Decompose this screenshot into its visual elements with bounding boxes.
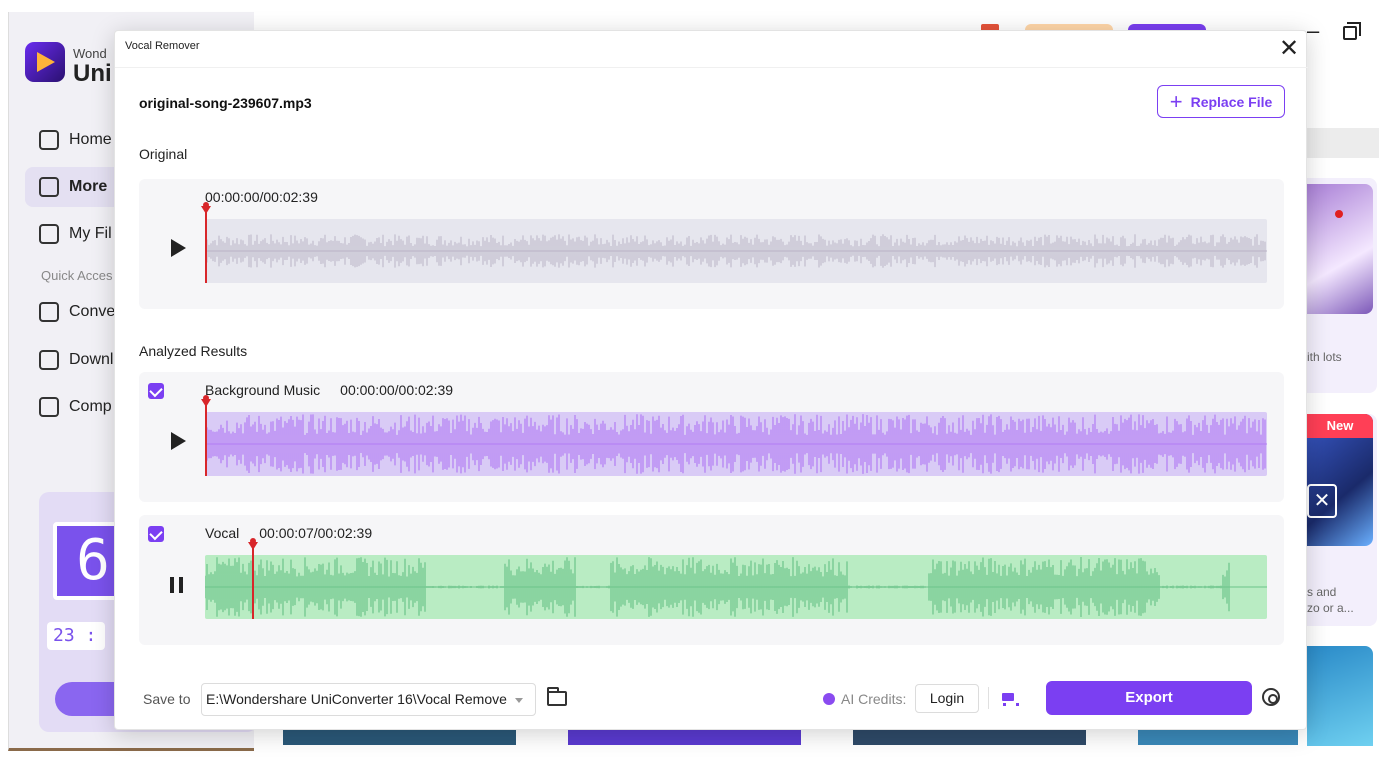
download-icon xyxy=(39,350,59,370)
feature-thumbnail xyxy=(1307,184,1373,314)
pause-icon[interactable] xyxy=(170,577,184,593)
replace-file-button[interactable]: + Replace File xyxy=(1157,85,1285,118)
ai-credits-icon xyxy=(823,693,835,705)
save-to-label: Save to xyxy=(143,691,191,707)
waveform-graphic xyxy=(205,219,1267,283)
search-bar[interactable] xyxy=(1307,128,1379,158)
login-button[interactable]: Login xyxy=(915,684,979,713)
feature-card[interactable]: ith lots xyxy=(1307,178,1377,393)
minimize-icon[interactable]: – xyxy=(1307,18,1319,44)
vocal-checkbox[interactable] xyxy=(148,526,164,542)
plus-icon: + xyxy=(1169,88,1183,114)
vocal-track: Vocal 00:00:07/00:02:39 xyxy=(139,515,1284,645)
right-feature-panel: ith lots New ✕ s and zo or a... xyxy=(1307,128,1399,758)
original-section-label: Original xyxy=(139,146,188,162)
sidebar-item-label: Comp xyxy=(69,398,112,415)
brand-main-text: Uni xyxy=(73,60,112,87)
promo-timer: 23 : xyxy=(47,622,105,650)
sidebar-item-label: Downl xyxy=(69,351,114,368)
waveform-graphic xyxy=(205,412,1267,476)
track-time: 00:00:00/00:02:39 xyxy=(340,382,454,398)
track-name: Vocal 00:00:07/00:02:39 xyxy=(205,525,372,541)
new-badge: New xyxy=(1307,414,1373,438)
save-path-select[interactable]: E:\Wondershare UniConverter 16\Vocal Rem… xyxy=(201,683,536,716)
save-path-value: E:\Wondershare UniConverter 16\Vocal Rem… xyxy=(206,691,507,707)
folder-icon[interactable] xyxy=(547,687,567,706)
track-name: Background Music 00:00:00/00:02:39 xyxy=(205,382,453,398)
feature-card-text: s and zo or a... xyxy=(1307,585,1354,615)
home-icon xyxy=(39,130,59,150)
divider xyxy=(988,687,989,709)
play-icon[interactable] xyxy=(171,432,186,450)
divider xyxy=(115,67,1308,68)
track-name-label: Background Music xyxy=(205,382,321,398)
playhead[interactable] xyxy=(201,395,211,476)
file-name: original-song-239607.mp3 xyxy=(139,95,312,111)
track-time: 00:00:00/00:02:39 xyxy=(205,189,318,205)
background-music-checkbox[interactable] xyxy=(148,383,164,399)
playhead[interactable] xyxy=(201,202,211,283)
waveform-graphic xyxy=(205,555,1267,619)
playhead[interactable] xyxy=(247,538,258,619)
analyzed-section-label: Analyzed Results xyxy=(139,343,248,359)
quick-access-label: Quick Acces xyxy=(41,268,113,283)
track-time: 00:00:07/00:02:39 xyxy=(259,525,373,541)
toolbox-icon xyxy=(39,177,59,197)
settings-icon[interactable] xyxy=(1262,688,1280,706)
sidebar-item-label: Home xyxy=(69,131,112,148)
feature-card-text: ith lots xyxy=(1307,350,1342,364)
feature-thumbnail: New ✕ xyxy=(1307,414,1373,546)
vocal-remover-dialog: Vocal Remover ✕ original-song-239607.mp3… xyxy=(114,30,1308,730)
sidebar-item-label: Conve xyxy=(69,303,116,320)
replace-file-label: Replace File xyxy=(1190,93,1273,110)
track-name-label: Vocal xyxy=(205,525,240,541)
brand-top-text: Wond xyxy=(73,46,107,61)
feature-thumbnail[interactable] xyxy=(1307,646,1373,746)
background-music-track: Background Music 00:00:00/00:02:39 xyxy=(139,372,1284,502)
cart-icon[interactable] xyxy=(1000,691,1019,707)
restore-icon[interactable] xyxy=(1343,22,1361,40)
background-top-strip xyxy=(0,0,1399,12)
close-icon[interactable]: ✕ xyxy=(1278,37,1300,61)
export-button[interactable]: Export xyxy=(1046,681,1252,715)
dialog-title: Vocal Remover xyxy=(125,40,200,52)
sidebar-item-label: More xyxy=(69,178,108,195)
compress-icon xyxy=(39,397,59,417)
record-dot-icon xyxy=(1335,210,1343,218)
chevron-down-icon xyxy=(515,698,523,703)
close-icon: ✕ xyxy=(1307,484,1337,518)
file-icon xyxy=(39,224,59,244)
waveform[interactable] xyxy=(205,219,1267,283)
ai-credits-label: AI Credits: xyxy=(841,691,907,707)
play-icon[interactable] xyxy=(171,239,186,257)
sidebar-item-label: My Fil xyxy=(69,225,112,242)
app-logo xyxy=(25,42,65,82)
convert-icon xyxy=(39,302,59,322)
waveform[interactable] xyxy=(205,412,1267,476)
original-track: 00:00:00/00:02:39 xyxy=(139,179,1284,309)
waveform[interactable] xyxy=(205,555,1267,619)
feature-card[interactable]: New ✕ s and zo or a... xyxy=(1307,414,1377,626)
